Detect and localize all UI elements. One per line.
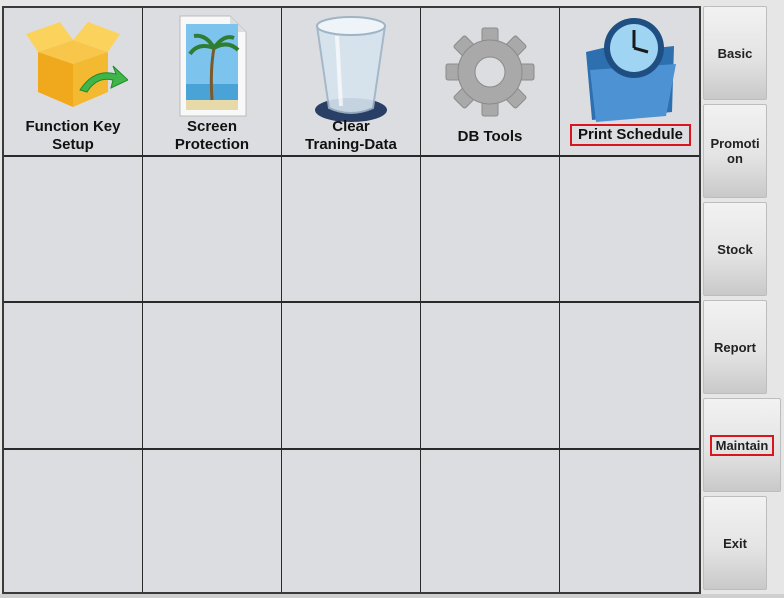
empty-tile[interactable] [282,157,421,301]
empty-tile[interactable] [421,450,560,592]
tile-label-line1: Function Key [25,118,121,135]
empty-tile[interactable] [282,450,421,592]
gear-icon [445,27,535,117]
tile-function-key-setup[interactable]: Function Key Setup [4,8,143,155]
empty-tile[interactable] [4,450,143,592]
maintain-button[interactable]: Maintain [703,398,781,492]
empty-tile[interactable] [143,450,282,592]
basic-label: Basic [717,45,753,61]
stock-button[interactable]: Stock [703,202,767,296]
empty-tile[interactable] [421,303,560,448]
open-box-icon [26,22,128,107]
exit-button[interactable]: Exit [703,496,767,590]
tile-label-line1: Clear [332,118,370,135]
report-label: Report [714,339,756,355]
tile-label-line2: Traning-Data [305,136,397,153]
stock-label: Stock [717,241,753,257]
tile-print-schedule[interactable]: Print Schedule [560,8,701,155]
empty-tile[interactable] [560,303,701,448]
trash-bin-icon [315,16,387,122]
category-sidebar: Basic Promoti on Stock Report Maintain Ex… [703,6,784,598]
tile-screen-protection[interactable]: Screen Protection [143,8,282,155]
report-button[interactable]: Report [703,300,767,394]
empty-tile[interactable] [560,450,701,592]
basic-button[interactable]: Basic [703,6,767,100]
tile-label: Print Schedule [569,124,692,146]
empty-tile[interactable] [143,157,282,301]
tile-label-line1: Screen [186,118,238,135]
exit-label: Exit [723,535,747,551]
empty-tile[interactable] [421,157,560,301]
promotion-button[interactable]: Promoti on [703,104,767,198]
empty-tile[interactable] [282,303,421,448]
function-grid: Function Key Setup Screen Protection Cle… [2,6,701,594]
clock-folder-icon [585,18,676,122]
palm-tree-document-icon [179,15,247,117]
empty-tile[interactable] [4,157,143,301]
tile-clear-training-data[interactable]: Clear Traning-Data [282,8,421,155]
tile-label-line2: Protection [174,136,250,153]
empty-tile[interactable] [143,303,282,448]
empty-tile[interactable] [4,303,143,448]
tile-db-tools[interactable]: DB Tools [421,8,560,155]
maintain-label: Maintain [709,434,775,456]
tile-label: DB Tools [457,128,523,145]
tile-label-line2: Setup [52,136,94,153]
promotion-label: Promoti on [710,136,760,166]
empty-tile[interactable] [560,157,701,301]
bottom-edge [0,594,784,598]
